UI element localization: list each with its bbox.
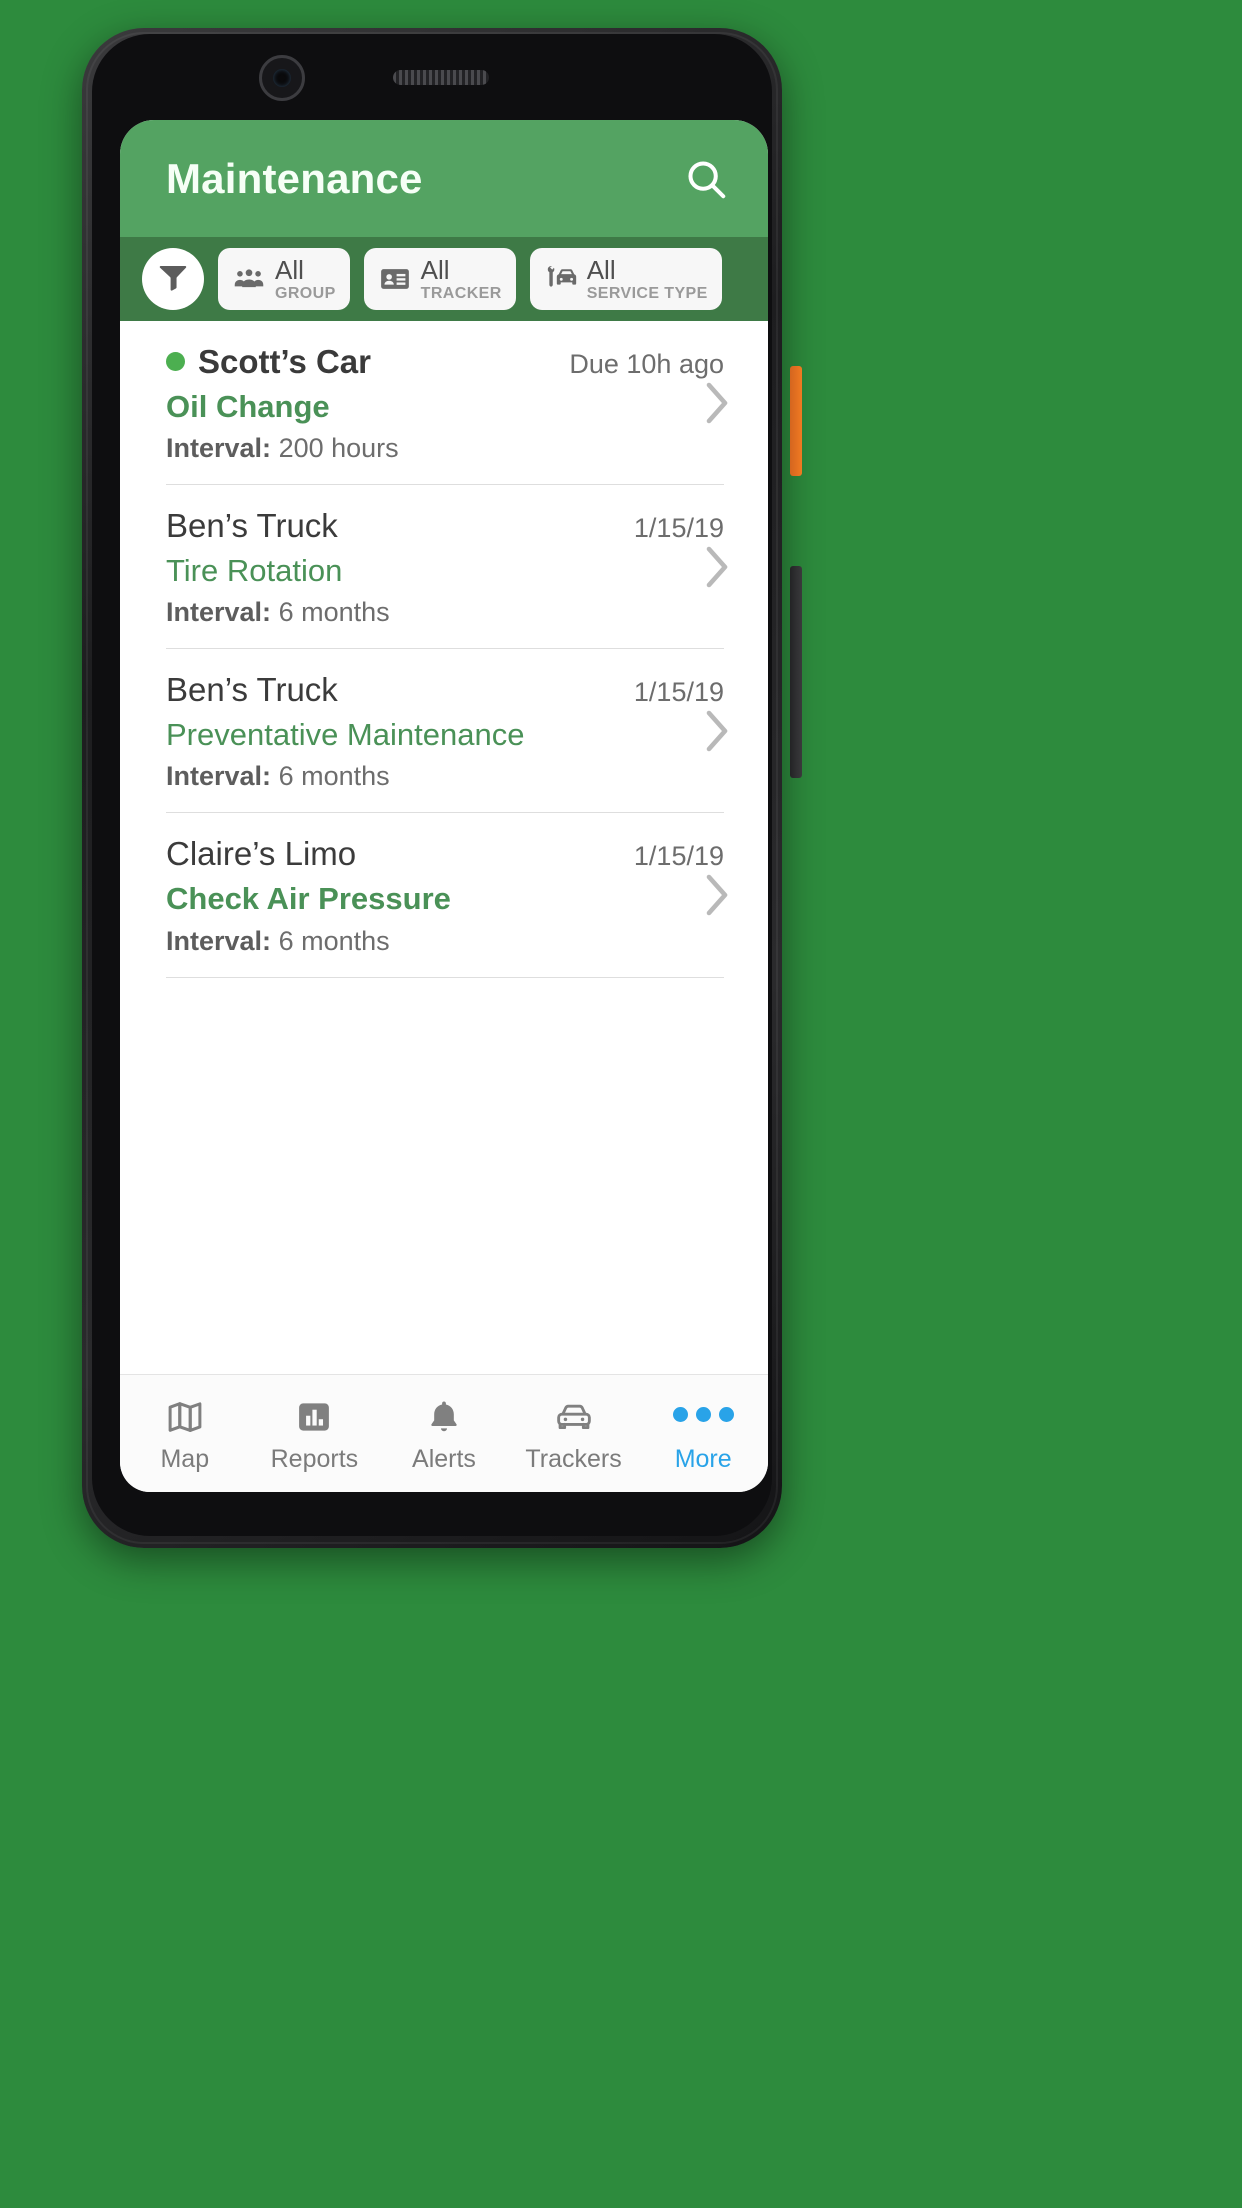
list-item-tracker-label: Ben’s Truck <box>166 671 338 709</box>
tab-reports-label: Reports <box>270 1444 359 1473</box>
list-item-tracker: Ben’s Truck <box>166 507 338 545</box>
list-item-header: Scott’s Car Due 10h ago <box>166 343 724 381</box>
list-item-interval: Interval: 200 hours <box>166 433 724 464</box>
list-item-interval-label: Interval: <box>166 597 272 628</box>
app-bar: Maintenance <box>120 120 768 237</box>
tab-more-label: More <box>674 1444 732 1473</box>
list-item-interval-label: Interval: <box>166 761 272 792</box>
list-item[interactable]: Claire’s Limo 1/15/19 Check Air Pressure… <box>166 813 728 978</box>
filter-chip-tracker-label: TRACKER <box>420 284 502 302</box>
volume-button[interactable] <box>790 566 802 778</box>
filter-chip-group-label: GROUP <box>275 284 336 302</box>
front-camera-icon <box>259 55 305 101</box>
filter-chip-service-type-label: SERVICE TYPE <box>586 284 708 302</box>
bar-chart-icon <box>295 1394 333 1436</box>
list-item-interval-label: Interval: <box>166 433 272 464</box>
list-item-service: Check Air Pressure <box>166 881 451 917</box>
list-item-due: 1/15/19 <box>633 677 724 708</box>
filter-chip-service-type-text: All SERVICE TYPE <box>587 257 708 302</box>
bottom-tab-bar: Map Reports Alerts Trackers More <box>120 1374 768 1492</box>
list-item-service: Preventative Maintenance <box>166 717 525 753</box>
earpiece-speaker <box>393 70 489 85</box>
tab-trackers[interactable]: Trackers <box>509 1394 639 1474</box>
search-icon[interactable] <box>678 151 734 207</box>
tab-map-label: Map <box>160 1444 210 1473</box>
list-item[interactable]: Ben’s Truck 1/15/19 Preventative Mainten… <box>166 649 728 814</box>
list-item-interval-value: 200 hours <box>278 433 399 464</box>
bell-icon <box>425 1394 463 1436</box>
list-item-header: Ben’s Truck 1/15/19 <box>166 671 724 709</box>
power-button[interactable] <box>790 366 802 476</box>
list-item[interactable]: Ben’s Truck 1/15/19 Tire Rotation Interv… <box>166 485 728 650</box>
chevron-right-icon[interactable] <box>704 709 730 753</box>
list-item-interval: Interval: 6 months <box>166 597 724 628</box>
car-icon <box>554 1394 594 1436</box>
list-item-due: 1/15/19 <box>633 513 724 544</box>
list-item-tracker: Scott’s Car <box>166 343 371 381</box>
filter-chip-service-type[interactable]: All SERVICE TYPE <box>529 248 722 310</box>
list-item-header: Claire’s Limo 1/15/19 <box>166 835 724 873</box>
group-people-icon <box>232 262 266 296</box>
chevron-right-icon[interactable] <box>704 381 730 425</box>
list-item-service: Tire Rotation <box>166 553 343 589</box>
tab-more[interactable]: More <box>638 1394 768 1474</box>
list-item-interval: Interval: 6 months <box>166 761 724 792</box>
chevron-right-icon[interactable] <box>704 873 730 917</box>
filter-chip-group-value: All <box>275 254 304 285</box>
filter-button[interactable] <box>142 248 204 310</box>
list-item-interval-value: 6 months <box>278 597 390 628</box>
list-item-interval-value: 6 months <box>278 761 390 792</box>
list-item-header: Ben’s Truck 1/15/19 <box>166 507 724 545</box>
filter-chip-tracker[interactable]: All TRACKER <box>363 248 516 310</box>
funnel-icon <box>156 260 190 299</box>
chevron-right-icon[interactable] <box>704 545 730 589</box>
list-item[interactable]: Scott’s Car Due 10h ago Oil Change Inter… <box>166 321 728 486</box>
page-title: Maintenance <box>166 154 423 202</box>
map-icon <box>166 1394 204 1436</box>
list-item-due: Due 10h ago <box>569 349 724 379</box>
filter-chip-group[interactable]: All GROUP <box>218 248 350 310</box>
tab-alerts-label: Alerts <box>412 1444 476 1473</box>
list-item-service: Oil Change <box>166 388 330 424</box>
list-item-tracker: Claire’s Limo <box>166 835 356 873</box>
filter-chip-tracker-text: All TRACKER <box>421 257 502 302</box>
list-item-tracker-label: Claire’s Limo <box>166 835 357 873</box>
tab-alerts[interactable]: Alerts <box>379 1394 509 1474</box>
filter-chip-service-type-value: All <box>586 254 616 285</box>
tab-map[interactable]: Map <box>120 1394 250 1474</box>
id-card-icon <box>378 262 412 296</box>
phone-screen: Maintenance All GROUP All TRACKER All SE… <box>120 120 768 1492</box>
maintenance-list: Scott’s Car Due 10h ago Oil Change Inter… <box>120 321 768 1374</box>
list-item-due: 1/15/19 <box>633 841 724 872</box>
filter-chip-tracker-value: All <box>420 254 450 285</box>
list-item-interval-value: 6 months <box>278 925 390 956</box>
status-dot-icon <box>166 352 185 372</box>
list-item-interval-label: Interval: <box>166 925 272 956</box>
car-wrench-icon <box>544 262 578 296</box>
list-item-tracker-label: Scott’s Car <box>198 343 371 380</box>
tab-trackers-label: Trackers <box>525 1444 622 1473</box>
page-root: Maintenance All GROUP All TRACKER All SE… <box>0 0 1242 2208</box>
filter-chip-group-text: All GROUP <box>275 257 336 302</box>
list-item-tracker-label: Ben’s Truck <box>166 507 338 545</box>
ellipsis-icon <box>672 1394 734 1436</box>
list-item-tracker: Ben’s Truck <box>166 671 338 709</box>
tab-reports[interactable]: Reports <box>250 1394 380 1474</box>
filter-bar: All GROUP All TRACKER All SERVICE TYPE <box>120 237 768 321</box>
list-item-interval: Interval: 6 months <box>166 926 724 957</box>
